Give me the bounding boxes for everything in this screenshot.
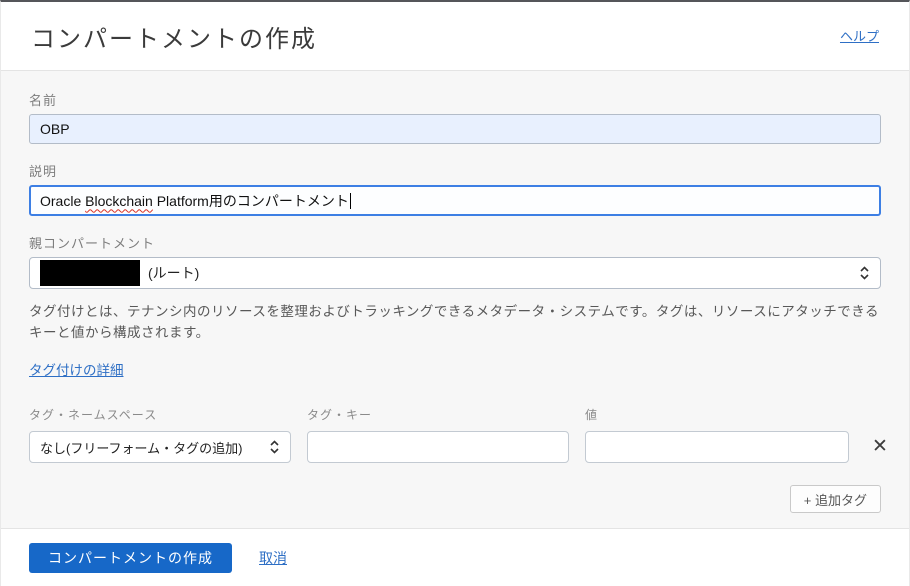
tag-namespace-column-label: タグ・ネームスペース <box>29 406 291 423</box>
redacted-tenancy-name <box>40 260 140 286</box>
tag-namespace-select[interactable]: なし(フリーフォーム・タグの追加) <box>29 431 291 463</box>
tag-key-input[interactable] <box>307 431 569 463</box>
add-tag-row-container: + 追加タグ <box>29 485 881 513</box>
description-label: 説明 <box>29 161 881 180</box>
tagging-details-link[interactable]: タグ付けの詳細 <box>29 359 124 379</box>
name-label: 名前 <box>29 90 881 109</box>
remove-tag-row-icon[interactable]: ✕ <box>872 437 888 456</box>
select-chevron-icon <box>859 265 870 281</box>
add-tag-button[interactable]: + 追加タグ <box>790 485 881 513</box>
parent-compartment-select[interactable]: (ルート) <box>29 257 881 289</box>
dialog-header: コンパートメントの作成 ヘルプ <box>1 2 909 71</box>
tag-key-column-label: タグ・キー <box>307 406 569 423</box>
page-title: コンパートメントの作成 <box>31 19 317 54</box>
description-text-suffix: Platform用のコンパートメント <box>153 191 349 211</box>
tag-value-input[interactable] <box>585 431 849 463</box>
description-input[interactable]: Oracle Blockchain Platform用のコンパートメント <box>29 185 881 216</box>
tag-namespace-selected-option: なし(フリーフォーム・タグの追加) <box>40 438 243 457</box>
dialog-footer: コンパートメントの作成 取消 <box>1 528 909 586</box>
cancel-link[interactable]: 取消 <box>259 548 287 568</box>
description-text-prefix: Oracle <box>40 193 85 209</box>
text-cursor <box>350 193 351 209</box>
help-link[interactable]: ヘルプ <box>840 26 879 45</box>
tagging-description: タグ付けとは、テナンシ内のリソースを整理およびトラッキングできるメタデータ・シス… <box>29 301 881 343</box>
tag-row: なし(フリーフォーム・タグの追加) ✕ <box>29 431 881 463</box>
create-compartment-dialog: コンパートメントの作成 ヘルプ 名前 説明 Oracle Blockchain … <box>0 0 910 586</box>
name-input[interactable] <box>29 114 881 144</box>
select-chevron-icon <box>269 439 280 455</box>
tag-column-headers: タグ・ネームスペース タグ・キー 値 <box>29 406 881 423</box>
parent-compartment-label: 親コンパートメント <box>29 233 881 252</box>
dialog-body: 名前 説明 Oracle Blockchain Platform用のコンパートメ… <box>1 71 909 528</box>
tag-value-column-label: 値 <box>585 406 849 423</box>
description-text-misspelled: Blockchain <box>85 193 153 209</box>
parent-compartment-value: (ルート) <box>148 263 199 283</box>
create-compartment-button[interactable]: コンパートメントの作成 <box>29 543 232 573</box>
